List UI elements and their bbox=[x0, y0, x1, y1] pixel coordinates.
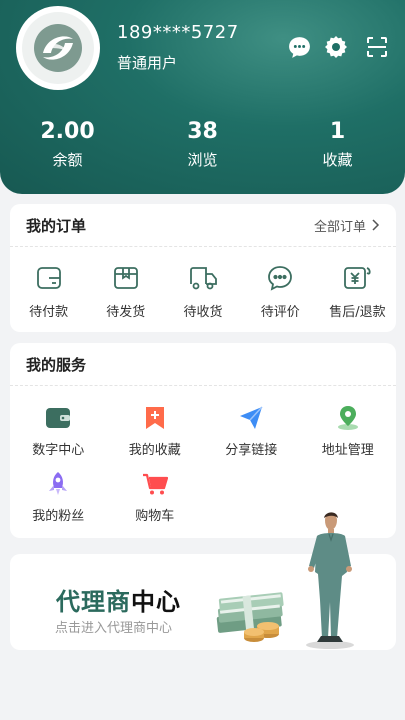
bookmark-icon bbox=[141, 404, 169, 432]
stat-label: 余额 bbox=[52, 151, 83, 169]
avatar[interactable] bbox=[16, 6, 100, 90]
agent-center-banner[interactable]: 代理商中心 点击进入代理商中心 bbox=[10, 512, 396, 650]
service-label: 我的粉丝 bbox=[32, 509, 85, 524]
stat-value: 38 bbox=[187, 119, 218, 144]
rocket-icon bbox=[44, 470, 72, 498]
orders-card: 我的订单 全部订单 待付款 待发货 待收货 待评价 售后/退款 bbox=[10, 204, 396, 332]
agent-title-part1: 代理商 bbox=[56, 588, 131, 616]
stat-value: 1 bbox=[329, 119, 346, 144]
stat-balance[interactable]: 2.00 余额 bbox=[0, 118, 135, 170]
location-icon bbox=[334, 404, 362, 432]
agent-subtitle: 点击进入代理商中心 bbox=[55, 621, 173, 636]
service-label: 数字中心 bbox=[32, 443, 85, 458]
person-figure-icon bbox=[306, 512, 354, 649]
money-stack-icon bbox=[216, 592, 284, 642]
stat-value: 2.00 bbox=[40, 119, 95, 144]
user-role: 普通用户 bbox=[117, 54, 178, 72]
service-label: 购物车 bbox=[135, 509, 175, 524]
orders-card-header: 我的订单 全部订单 bbox=[10, 204, 396, 247]
truck-icon bbox=[188, 263, 218, 293]
service-label: 分享链接 bbox=[225, 443, 278, 458]
service-digital-center[interactable]: 数字中心 bbox=[10, 404, 107, 458]
service-label: 地址管理 bbox=[321, 443, 374, 458]
card-title: 我的服务 bbox=[26, 355, 87, 374]
service-share-link[interactable]: 分享链接 bbox=[203, 404, 300, 458]
all-orders-label: 全部订单 bbox=[313, 219, 366, 235]
services-grid: 数字中心 我的收藏 分享链接 地址管理 我的粉丝 购物车 bbox=[10, 386, 396, 524]
wallet-icon bbox=[34, 263, 64, 293]
order-label: 待评价 bbox=[260, 305, 300, 320]
refund-icon bbox=[342, 263, 372, 293]
services-card: 我的服务 数字中心 我的收藏 分享链接 地址管理 我的粉丝 购物车 bbox=[10, 343, 396, 538]
cart-icon bbox=[141, 470, 169, 498]
order-label: 待收货 bbox=[183, 305, 223, 320]
profile-header: 189****5727 普通用户 2.00 余额 38 浏览 1 收藏 bbox=[0, 0, 405, 194]
order-label: 待发货 bbox=[106, 305, 146, 320]
send-icon bbox=[237, 404, 265, 432]
service-favorites[interactable]: 我的收藏 bbox=[107, 404, 204, 458]
scan-icon[interactable] bbox=[364, 34, 390, 60]
comment-icon bbox=[265, 263, 295, 293]
agent-title-part2: 中心 bbox=[131, 588, 181, 616]
all-orders-link[interactable]: 全部订单 bbox=[314, 216, 380, 235]
app-logo-icon bbox=[22, 12, 94, 84]
chevron-right-icon bbox=[372, 219, 380, 231]
service-fans[interactable]: 我的粉丝 bbox=[10, 470, 107, 524]
stats-row: 2.00 余额 38 浏览 1 收藏 bbox=[0, 118, 405, 170]
agent-title: 代理商中心 bbox=[56, 582, 181, 617]
services-card-header: 我的服务 bbox=[10, 343, 396, 386]
order-status-row: 待付款 待发货 待收货 待评价 售后/退款 bbox=[10, 247, 396, 320]
wallet-icon bbox=[44, 404, 72, 432]
phone-number: 189****5727 bbox=[117, 22, 239, 43]
order-label: 待付款 bbox=[29, 305, 69, 320]
stat-browse[interactable]: 38 浏览 bbox=[135, 118, 270, 170]
card-title: 我的订单 bbox=[26, 216, 87, 235]
service-address[interactable]: 地址管理 bbox=[300, 404, 397, 458]
gear-icon[interactable] bbox=[323, 34, 349, 60]
stat-label: 浏览 bbox=[187, 151, 218, 169]
order-after-sales[interactable]: 售后/退款 bbox=[319, 263, 396, 320]
service-cart[interactable]: 购物车 bbox=[107, 470, 204, 524]
chat-icon[interactable] bbox=[286, 34, 312, 60]
order-pending-review[interactable]: 待评价 bbox=[242, 263, 319, 320]
order-pending-payment[interactable]: 待付款 bbox=[10, 263, 87, 320]
stat-favorites[interactable]: 1 收藏 bbox=[270, 118, 405, 170]
service-label: 我的收藏 bbox=[128, 443, 181, 458]
order-pending-shipment[interactable]: 待发货 bbox=[87, 263, 164, 320]
order-pending-receipt[interactable]: 待收货 bbox=[164, 263, 241, 320]
package-icon bbox=[111, 263, 141, 293]
stat-label: 收藏 bbox=[322, 151, 353, 169]
order-label: 售后/退款 bbox=[329, 305, 386, 320]
